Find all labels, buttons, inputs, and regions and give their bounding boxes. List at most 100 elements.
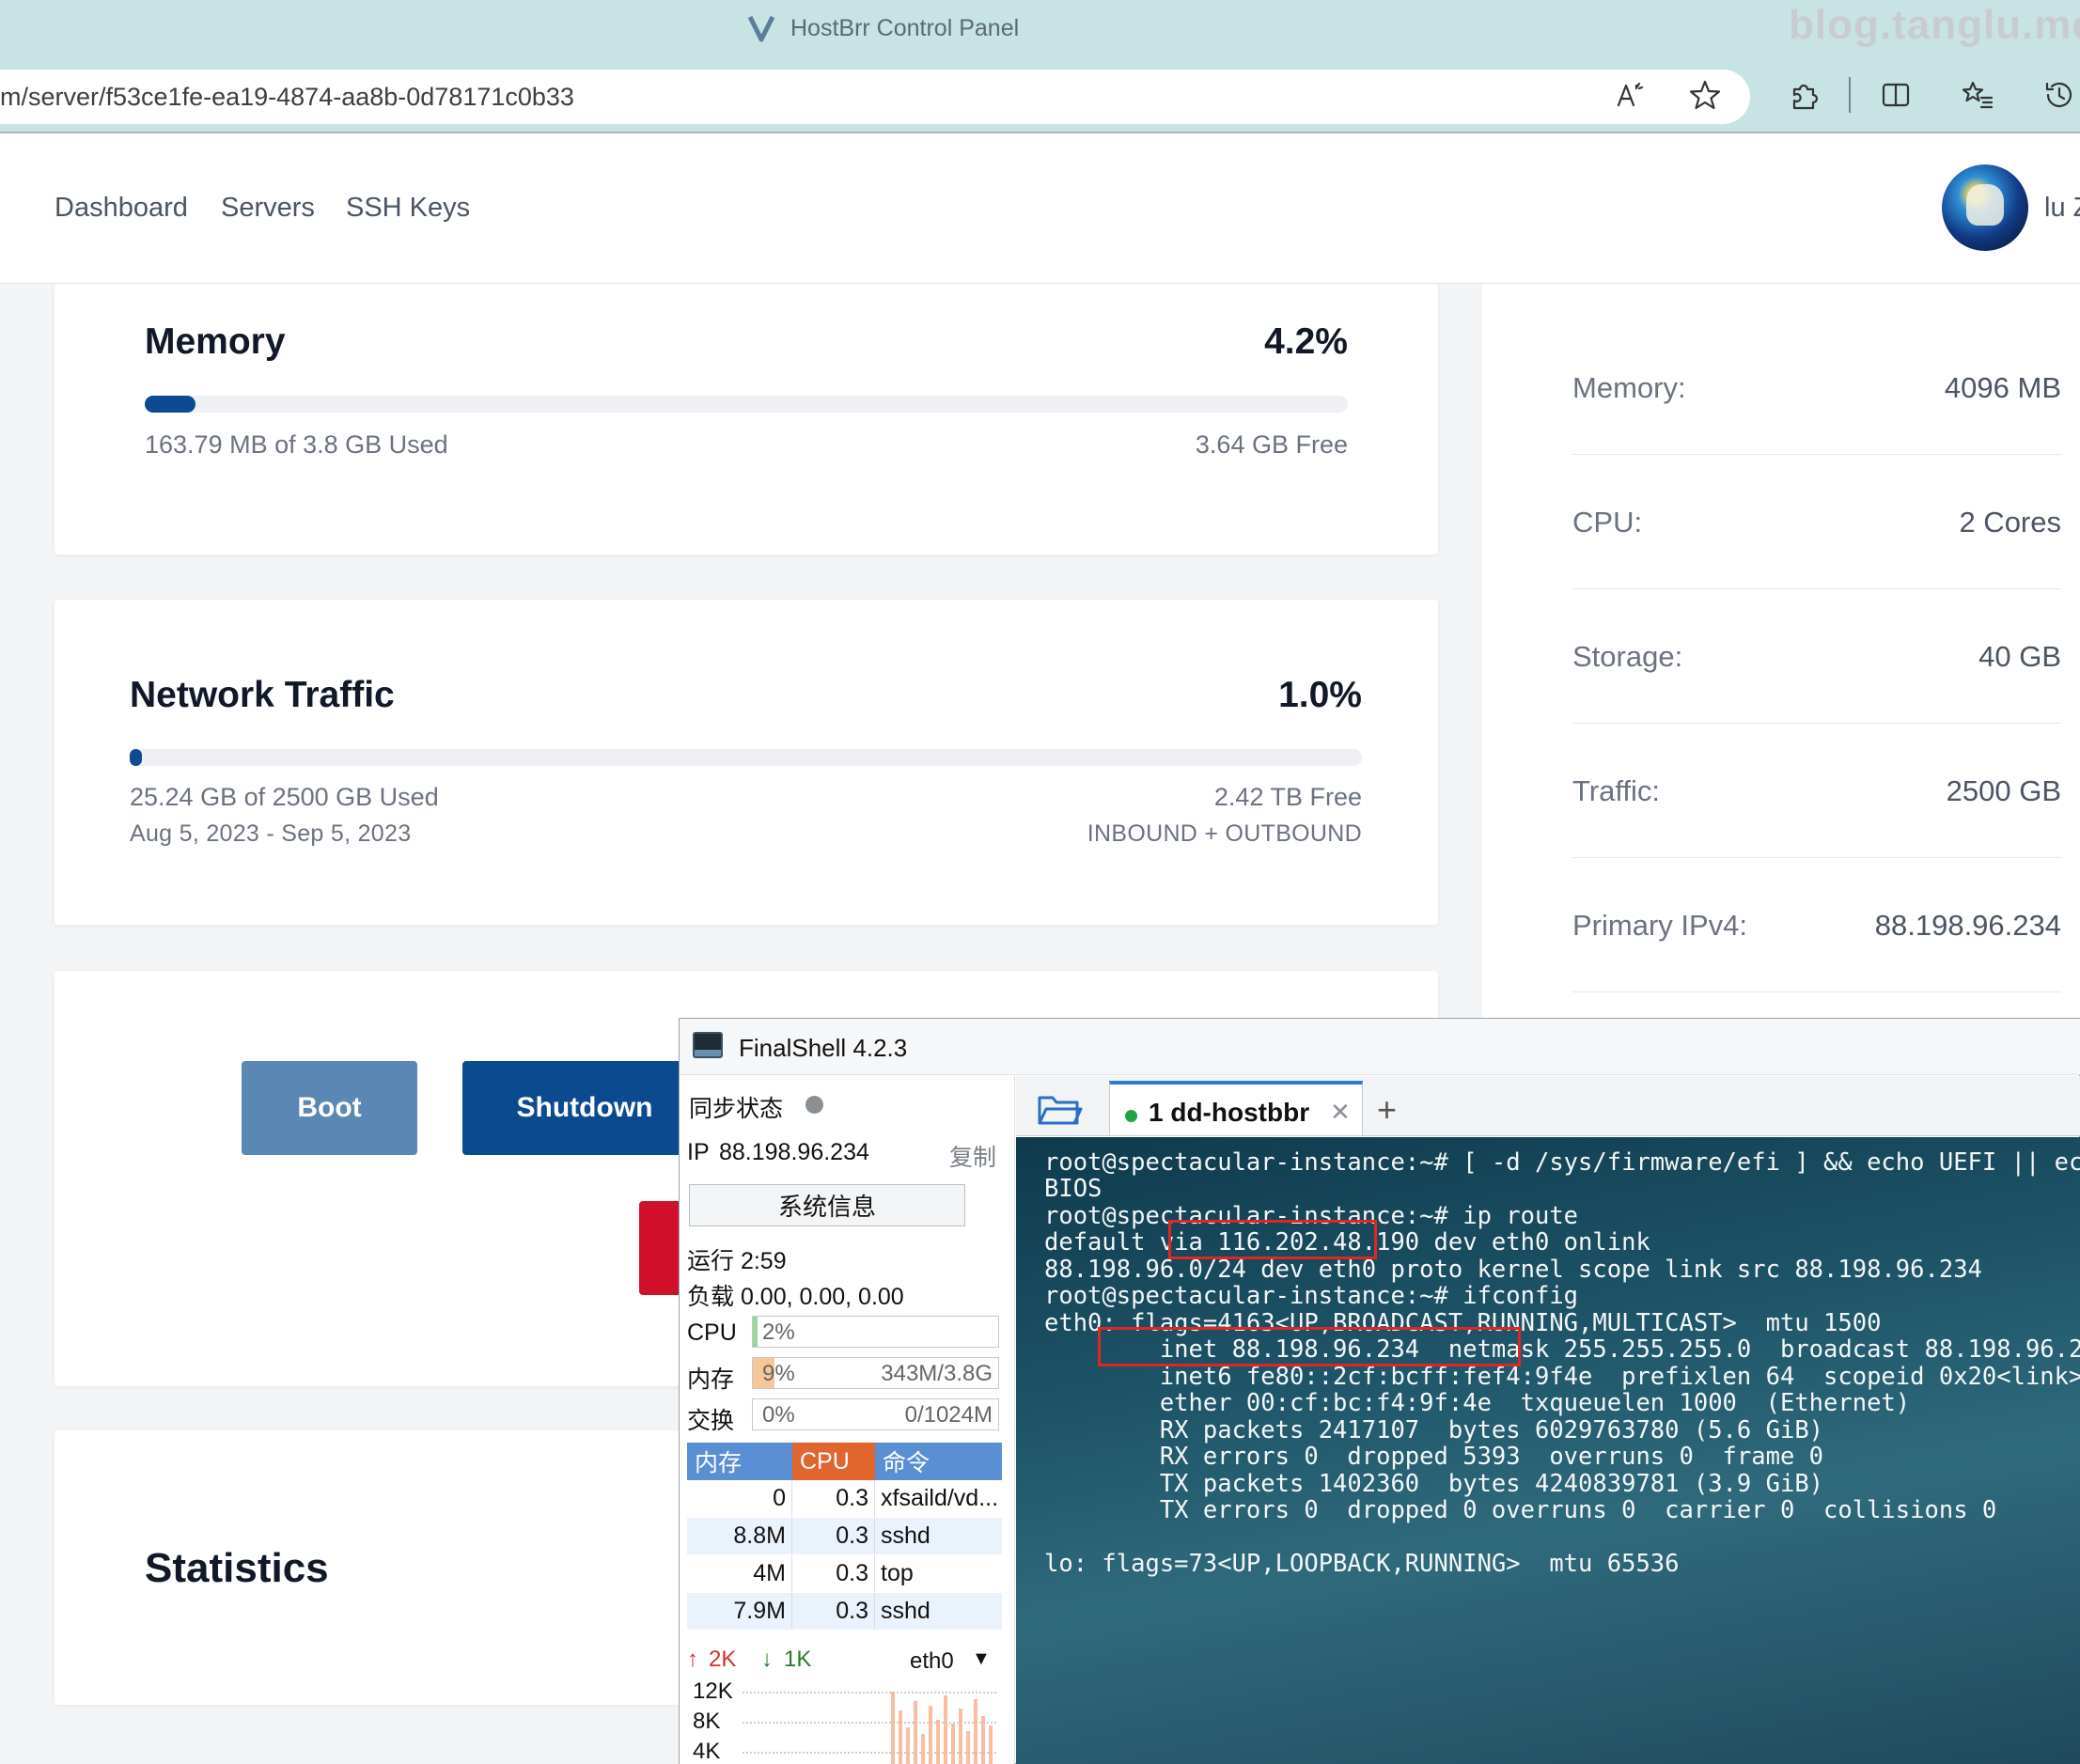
table-row[interactable]: 4M 0.3 top bbox=[687, 1555, 1002, 1593]
browser-titlebar bbox=[0, 0, 2080, 66]
address-url[interactable]: m/server/f53ce1fe-ea19-4874-aa8b-0d78171… bbox=[0, 83, 574, 112]
net-down-icon: ↓ bbox=[761, 1647, 773, 1672]
favorite-star-icon[interactable] bbox=[1683, 73, 1727, 117]
terminal-output[interactable]: root@spectacular-instance:~# [ -d /sys/f… bbox=[1016, 1137, 2080, 1764]
add-tab-icon[interactable]: + bbox=[1377, 1090, 1397, 1130]
nav-ssh-keys[interactable]: SSH Keys bbox=[346, 193, 470, 224]
memory-free: 3.64 GB Free bbox=[1195, 430, 1348, 459]
swap-meter-value: 0% bbox=[762, 1402, 795, 1428]
proc-mem: 8.8M bbox=[687, 1518, 792, 1554]
proc-header-cpu[interactable]: CPU bbox=[792, 1443, 875, 1480]
process-table: 内存 CPU 命令 0 0.3 xfsaild/vd... 8.8M 0.3 s… bbox=[687, 1443, 1002, 1631]
avatar-image bbox=[1966, 184, 2004, 226]
memory-progress-fill bbox=[145, 396, 195, 413]
terminal-line: RX errors 0 dropped 5393 overruns 0 fram… bbox=[1044, 1443, 1824, 1471]
terminal-line: lo: flags=73<UP,LOOPBACK,RUNNING> mtu 65… bbox=[1044, 1550, 1680, 1578]
mem-meter-value: 9% bbox=[762, 1361, 795, 1386]
proc-cmd: top bbox=[881, 1560, 914, 1586]
history-icon[interactable] bbox=[2038, 73, 2080, 117]
cpu-meter-fill bbox=[753, 1317, 758, 1347]
copy-ip-link[interactable]: 复制 bbox=[949, 1139, 996, 1173]
network-percent: 1.0% bbox=[1278, 675, 1362, 715]
proc-header-cmd[interactable]: 命令 bbox=[875, 1443, 1002, 1480]
browser-tab-title[interactable]: HostBrr Control Panel bbox=[790, 15, 1019, 42]
spec-storage-value: 40 GB bbox=[1978, 640, 2061, 673]
terminal-line: RX packets 2417107 bytes 6029763780 (5.6… bbox=[1044, 1416, 1824, 1444]
spec-divider bbox=[1572, 723, 2061, 724]
spec-divider bbox=[1572, 857, 2061, 858]
watermark: blog.tanglu.me bbox=[1789, 2, 2080, 48]
proc-cpu: 0.3 bbox=[792, 1555, 875, 1592]
spec-traffic-label: Traffic: bbox=[1572, 774, 1661, 807]
spec-memory-label: Memory: bbox=[1572, 371, 1686, 404]
mem-meter: 9% 343M/3.8G bbox=[752, 1357, 999, 1389]
terminal-line: ether 00:cf:bc:f4:9f:4e txqueuelen 1000 … bbox=[1044, 1389, 1911, 1417]
boot-button[interactable]: Boot bbox=[242, 1061, 417, 1155]
network-free: 2.42 TB Free bbox=[1213, 783, 1362, 811]
net-axis-8k: 8K bbox=[693, 1709, 721, 1734]
proc-cmd: sshd bbox=[881, 1598, 931, 1624]
terminal-line: root@spectacular-instance:~# [ -d /sys/f… bbox=[1044, 1148, 2080, 1177]
spec-traffic-value: 2500 GB bbox=[1946, 774, 2061, 807]
user-name[interactable]: lu Z bbox=[2044, 193, 2080, 224]
network-title: Network Traffic bbox=[130, 675, 395, 715]
extensions-icon[interactable] bbox=[1782, 73, 1825, 117]
close-icon[interactable]: ✕ bbox=[1330, 1098, 1351, 1127]
spec-cpu-label: CPU: bbox=[1572, 506, 1643, 539]
spec-cpu-value: 2 Cores bbox=[1959, 506, 2061, 539]
spec-ipv4-label: Primary IPv4: bbox=[1572, 909, 1748, 942]
gateway-highlight-box bbox=[1168, 1220, 1377, 1259]
cpu-meter-label: CPU bbox=[687, 1319, 737, 1346]
hostbrr-logo-icon bbox=[747, 15, 775, 42]
network-direction: INBOUND + OUTBOUND bbox=[1087, 820, 1362, 847]
network-used: 25.24 GB of 2500 GB Used bbox=[130, 783, 439, 811]
ip-label: IP bbox=[687, 1139, 710, 1165]
statistics-title: Statistics bbox=[145, 1545, 329, 1591]
net-axis-4k: 4K bbox=[693, 1739, 721, 1764]
sync-status-label: 同步状态 bbox=[689, 1096, 784, 1122]
spec-divider bbox=[1572, 588, 2061, 589]
nav-servers[interactable]: Servers bbox=[221, 193, 315, 224]
proc-header-mem[interactable]: 内存 bbox=[687, 1443, 792, 1480]
memory-used: 163.79 MB of 3.8 GB Used bbox=[145, 430, 448, 459]
favorites-list-icon[interactable] bbox=[1956, 73, 1999, 117]
folder-icon[interactable] bbox=[1036, 1090, 1083, 1128]
memory-progress-track bbox=[145, 396, 1348, 413]
read-aloud-icon[interactable] bbox=[1609, 73, 1652, 117]
proc-cpu: 0.3 bbox=[792, 1593, 875, 1630]
cpu-meter-value: 2% bbox=[762, 1319, 795, 1345]
table-row[interactable]: 7.9M 0.3 sshd bbox=[687, 1593, 1002, 1631]
terminal-line: root@spectacular-instance:~# ifconfig bbox=[1044, 1282, 1579, 1310]
uptime-text: 运行 2:59 bbox=[687, 1248, 787, 1274]
mem-meter-detail: 343M/3.8G bbox=[881, 1361, 993, 1386]
net-down-value: 1K bbox=[784, 1647, 812, 1672]
net-interface-select[interactable]: eth0 bbox=[910, 1648, 954, 1675]
proc-cpu: 0.3 bbox=[792, 1480, 875, 1517]
chevron-down-icon[interactable]: ▼ bbox=[972, 1648, 991, 1670]
terminal-tab-label[interactable]: 1 dd-hostbbr bbox=[1149, 1098, 1309, 1128]
spec-ipv4-value: 88.198.96.234 bbox=[1874, 909, 2061, 942]
table-row[interactable]: 8.8M 0.3 sshd bbox=[687, 1518, 1002, 1555]
nav-dashboard[interactable]: Dashboard bbox=[55, 193, 188, 224]
system-info-button[interactable]: 系统信息 bbox=[689, 1184, 965, 1226]
spec-memory-value: 4096 MB bbox=[1944, 371, 2061, 404]
swap-meter-detail: 0/1024M bbox=[904, 1402, 993, 1428]
terminal-line: inet6 fe80::2cf:bcff:fef4:9f4e prefixlen… bbox=[1044, 1363, 2080, 1391]
proc-mem: 0 bbox=[687, 1480, 792, 1517]
finalshell-app-icon bbox=[693, 1032, 723, 1058]
ip-netmask-highlight-box bbox=[1098, 1327, 1521, 1366]
table-row[interactable]: 0 0.3 xfsaild/vd... bbox=[687, 1480, 1002, 1518]
swap-meter-label: 交换 bbox=[687, 1408, 735, 1434]
network-progress-track bbox=[130, 749, 1362, 766]
proc-mem: 4M bbox=[687, 1555, 792, 1592]
terminal-line: TX packets 1402360 bytes 4240839781 (3.9… bbox=[1044, 1470, 1824, 1498]
split-screen-icon[interactable] bbox=[1874, 73, 1917, 117]
net-traffic-sparkline bbox=[891, 1692, 993, 1764]
connection-status-dot bbox=[1125, 1110, 1137, 1122]
proc-cmd: xfsaild/vd... bbox=[881, 1485, 999, 1511]
proc-cpu: 0.3 bbox=[792, 1518, 875, 1554]
terminal-line: 88.198.96.0/24 dev eth0 proto kernel sco… bbox=[1044, 1256, 1982, 1284]
memory-percent: 4.2% bbox=[1264, 321, 1348, 362]
finalshell-title: FinalShell 4.2.3 bbox=[739, 1034, 908, 1062]
shutdown-button[interactable]: Shutdown bbox=[462, 1061, 707, 1155]
